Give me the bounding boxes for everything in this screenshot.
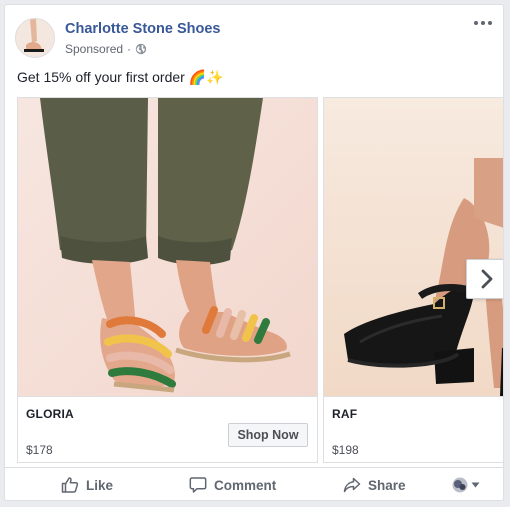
thumbs-up-icon (61, 477, 79, 493)
share-icon (343, 477, 361, 493)
product-carousel: GLORIA $178 Shop Now RAF $198 (5, 97, 503, 463)
comment-button[interactable]: Comment (189, 468, 277, 500)
product-price: $178 (26, 443, 53, 457)
like-button[interactable]: Like (61, 468, 114, 500)
post-caption: Get 15% off your first order 🌈✨ (17, 69, 224, 85)
sponsored-post: Charlotte Stone Shoes Sponsored · Get 15… (4, 4, 504, 501)
product-price: $198 (332, 443, 359, 457)
post-header: Charlotte Stone Shoes Sponsored · (5, 5, 503, 67)
card-info-gloria: GLORIA $178 Shop Now (18, 396, 317, 462)
product-image-gloria[interactable] (18, 98, 317, 396)
sponsored-line: Sponsored · (65, 42, 147, 56)
share-button[interactable]: Share (343, 468, 406, 500)
globe-icon[interactable] (135, 43, 147, 55)
caret-down-icon (471, 482, 480, 488)
separator-dot: · (127, 42, 132, 56)
product-title[interactable]: GLORIA (26, 407, 74, 421)
carousel-card-gloria[interactable]: GLORIA $178 Shop Now (17, 97, 318, 463)
more-options-icon[interactable] (471, 13, 495, 33)
comment-label: Comment (214, 477, 277, 493)
carousel-next-button[interactable] (466, 259, 503, 299)
chevron-right-icon (481, 269, 492, 289)
post-actions: Like Comment Share (5, 467, 503, 500)
card-info-raf: RAF $198 (324, 396, 503, 462)
profile-avatar-icon (452, 477, 468, 493)
page-name-link[interactable]: Charlotte Stone Shoes (65, 21, 221, 37)
share-label: Share (368, 477, 406, 493)
product-title[interactable]: RAF (332, 407, 357, 421)
product-image-raf[interactable] (324, 98, 503, 396)
like-label: Like (86, 477, 114, 493)
shop-now-button[interactable]: Shop Now (228, 423, 308, 447)
page-avatar[interactable] (15, 18, 55, 58)
comment-icon (189, 477, 207, 493)
reaction-selector[interactable] (452, 477, 480, 493)
sponsored-label[interactable]: Sponsored (65, 42, 123, 56)
